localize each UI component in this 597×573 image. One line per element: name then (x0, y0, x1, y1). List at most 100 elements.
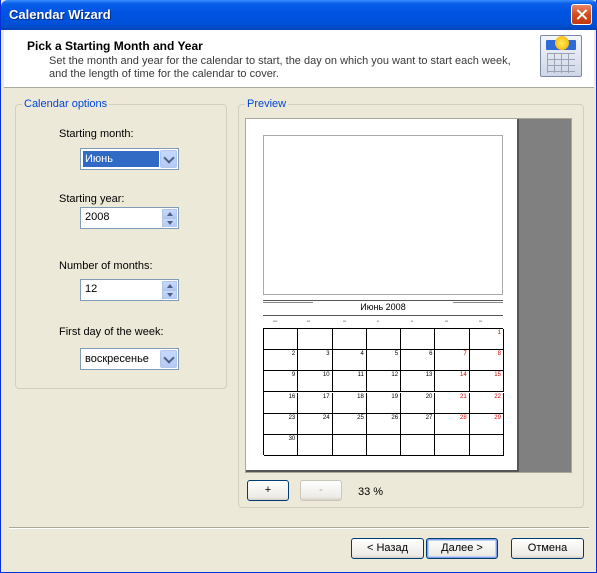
calendar-day-number: 10 (322, 372, 330, 379)
zoom-out-button[interactable]: - (300, 480, 342, 501)
number-of-months-value: 12 (85, 283, 98, 295)
window-title: Calendar Wizard (9, 7, 111, 22)
cancel-button[interactable]: Отмена (511, 538, 584, 559)
calendar-day-cell (435, 434, 470, 456)
calendar-day-cell: 27 (401, 413, 436, 435)
calendar-day-cell (469, 434, 504, 456)
header-title: Pick a Starting Month and Year (27, 39, 203, 53)
calendar-day-number: 3 (326, 351, 330, 358)
zoom-level: 33 % (358, 486, 384, 498)
calendar-day-number: 21 (460, 393, 467, 400)
calendar-day-cell: 5 (366, 350, 402, 372)
calendar-day-cell: 16 (264, 392, 299, 414)
calendar-day-cell: 9 (264, 371, 299, 393)
calendar-day-number: 2 (291, 351, 296, 358)
calendar-options-legend: Calendar options (22, 98, 110, 110)
calendar-wizard-icon (540, 35, 582, 77)
calendar-day-cell: 7 (435, 350, 470, 372)
calendar-day-cell (366, 434, 402, 456)
calendar-day-number: 25 (357, 414, 364, 421)
calendar-day-number: 23 (288, 414, 296, 421)
first-day-select[interactable]: воскресенье (80, 348, 179, 370)
calendar-day-cell: 25 (332, 413, 367, 435)
calendar-day-number: 5 (394, 351, 399, 358)
wizard-header: Pick a Starting Month and Year Set the m… (4, 30, 594, 88)
calendar-day-cell: 22 (469, 392, 504, 414)
calendar-day-cell: 18 (332, 392, 367, 414)
calendar-day-cell (332, 434, 367, 456)
calendar-day-number: 29 (494, 414, 501, 421)
calendar-day-cell: 1 (469, 329, 504, 351)
number-of-months-spinner[interactable]: 12 (80, 279, 179, 301)
chevron-down-icon[interactable] (160, 350, 177, 368)
header-description: Set the month and year for the calendar … (49, 55, 511, 80)
starting-year-spinner[interactable]: 2008 (80, 207, 179, 229)
spin-down-icon[interactable] (162, 218, 177, 227)
calendar-day-number: 27 (425, 414, 433, 421)
calendar-day-number: 13 (425, 372, 433, 379)
starting-month-label: Starting month: (59, 128, 134, 140)
calendar-day-number: 14 (460, 372, 467, 379)
photo-placeholder (263, 135, 503, 295)
starting-month-value: Июнь (83, 151, 159, 167)
preview-month-title: Июнь 2008 (360, 302, 406, 312)
calendar-day-number: 18 (357, 393, 364, 400)
calendar-day-number: 28 (460, 414, 467, 421)
calendar-day-cell: 2 (264, 350, 299, 372)
calendar-day-number: 22 (494, 393, 501, 400)
preview-page: Июнь 2008 ▪▪▪▪ ▪▪▪ ▪▪▪ ▪▪ ▪▪ ▪▪▪ ▪▪▪ 123456789… (246, 119, 519, 472)
zoom-in-button[interactable]: + (247, 480, 289, 501)
calendar-day-number: 17 (322, 393, 330, 400)
calendar-day-cell (332, 329, 367, 351)
starting-year-label: Starting year: (59, 193, 125, 205)
first-day-value: воскресенье (85, 353, 149, 365)
back-button[interactable]: < Назад (351, 538, 424, 559)
starting-year-value: 2008 (85, 211, 110, 223)
calendar-day-cell: 28 (435, 413, 470, 435)
spin-up-icon[interactable] (162, 209, 177, 218)
calendar-day-cell: 14 (435, 371, 470, 393)
calendar-day-cell (264, 329, 299, 351)
calendar-day-cell: 20 (401, 392, 436, 414)
calendar-day-cell: 11 (332, 371, 367, 393)
calendar-day-cell: 8 (469, 350, 504, 372)
calendar-day-cell (435, 329, 470, 351)
calendar-day-number: 20 (425, 393, 433, 400)
calendar-day-cell: 3 (298, 350, 333, 372)
calendar-preview: Июнь 2008 ▪▪▪▪ ▪▪▪ ▪▪▪ ▪▪ ▪▪ ▪▪▪ ▪▪▪ 123456789… (245, 118, 572, 473)
calendar-day-cell: 21 (435, 392, 470, 414)
calendar-day-cell: 23 (264, 413, 299, 435)
preview-legend: Preview (245, 98, 289, 110)
calendar-day-cell: 15 (469, 371, 504, 393)
calendar-day-number: 30 (288, 435, 296, 442)
first-day-label: First day of the week: (59, 326, 164, 338)
starting-month-select[interactable]: Июнь (80, 148, 179, 170)
chevron-down-icon[interactable] (160, 150, 177, 168)
calendar-day-cell: 13 (401, 371, 436, 393)
next-button[interactable]: Далее > (426, 538, 498, 559)
calendar-day-number: 11 (357, 372, 364, 379)
calendar-day-number: 12 (391, 372, 399, 379)
calendar-grid: 1 2 3 4 5 6 7 8 9 10 11 12 13 14 15 16 17 18 19 20 21 22 23 24 2… (263, 328, 504, 456)
calendar-day-number: 19 (391, 393, 399, 400)
calendar-day-number: 16 (288, 393, 296, 400)
calendar-day-number: 26 (391, 414, 399, 421)
calendar-day-cell (298, 434, 333, 456)
close-button[interactable] (571, 4, 592, 25)
calendar-wizard-window: Calendar Wizard Pick a Starting Month an… (0, 0, 597, 573)
number-of-months-label: Number of months: (59, 260, 153, 272)
calendar-day-number: 9 (291, 372, 296, 379)
calendar-day-cell (401, 434, 436, 456)
calendar-day-cell: 12 (366, 371, 402, 393)
calendar-day-cell: 29 (469, 413, 504, 435)
calendar-day-cell (298, 329, 333, 351)
calendar-day-number: 15 (494, 372, 501, 379)
weekday-header: ▪▪▪▪ ▪▪▪ ▪▪▪ ▪▪ ▪▪ ▪▪▪ ▪▪▪ (273, 319, 483, 323)
spin-down-icon[interactable] (162, 290, 177, 299)
calendar-day-cell: 6 (401, 350, 436, 372)
calendar-day-cell: 24 (298, 413, 333, 435)
calendar-day-cell: 19 (366, 392, 402, 414)
calendar-day-cell: 4 (332, 350, 367, 372)
spin-up-icon[interactable] (162, 281, 177, 290)
calendar-day-cell (366, 329, 402, 351)
